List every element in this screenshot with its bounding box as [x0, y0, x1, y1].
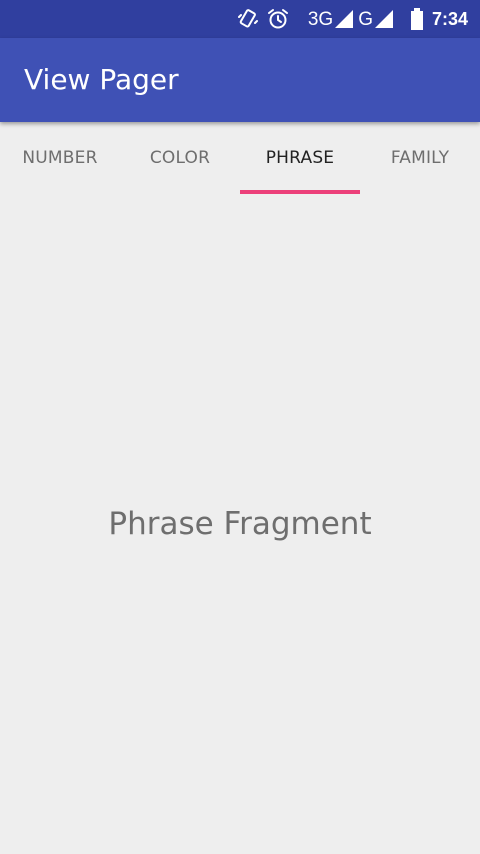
tab-bar: NUMBER COLOR PHRASE FAMILY	[0, 122, 480, 194]
tab-phrase[interactable]: PHRASE	[240, 122, 360, 194]
vibrate-icon	[236, 7, 260, 31]
tab-label: PHRASE	[265, 148, 335, 168]
tab-family[interactable]: FAMILY	[360, 122, 480, 194]
tab-label: COLOR	[149, 148, 211, 168]
status-icons: 3G G 7:34	[236, 0, 468, 38]
signal-3g-icon: 3G	[308, 9, 354, 29]
tab-color[interactable]: COLOR	[120, 122, 240, 194]
status-bar: 3G G 7:34	[0, 0, 480, 38]
tab-label: NUMBER	[22, 148, 98, 168]
battery-icon	[410, 8, 424, 30]
network-label-3g: 3G	[307, 8, 334, 30]
network-label-g: G	[358, 8, 373, 30]
tab-number[interactable]: NUMBER	[0, 122, 120, 194]
fragment-text: Phrase Fragment	[108, 506, 372, 542]
tab-label: FAMILY	[390, 148, 450, 168]
signal-g-icon: G	[358, 9, 394, 29]
status-time: 7:34	[431, 9, 468, 29]
page-title: View Pager	[24, 63, 179, 96]
app-bar: View Pager	[0, 38, 480, 122]
view-pager-content[interactable]: Phrase Fragment	[0, 194, 480, 854]
alarm-icon	[266, 7, 290, 31]
